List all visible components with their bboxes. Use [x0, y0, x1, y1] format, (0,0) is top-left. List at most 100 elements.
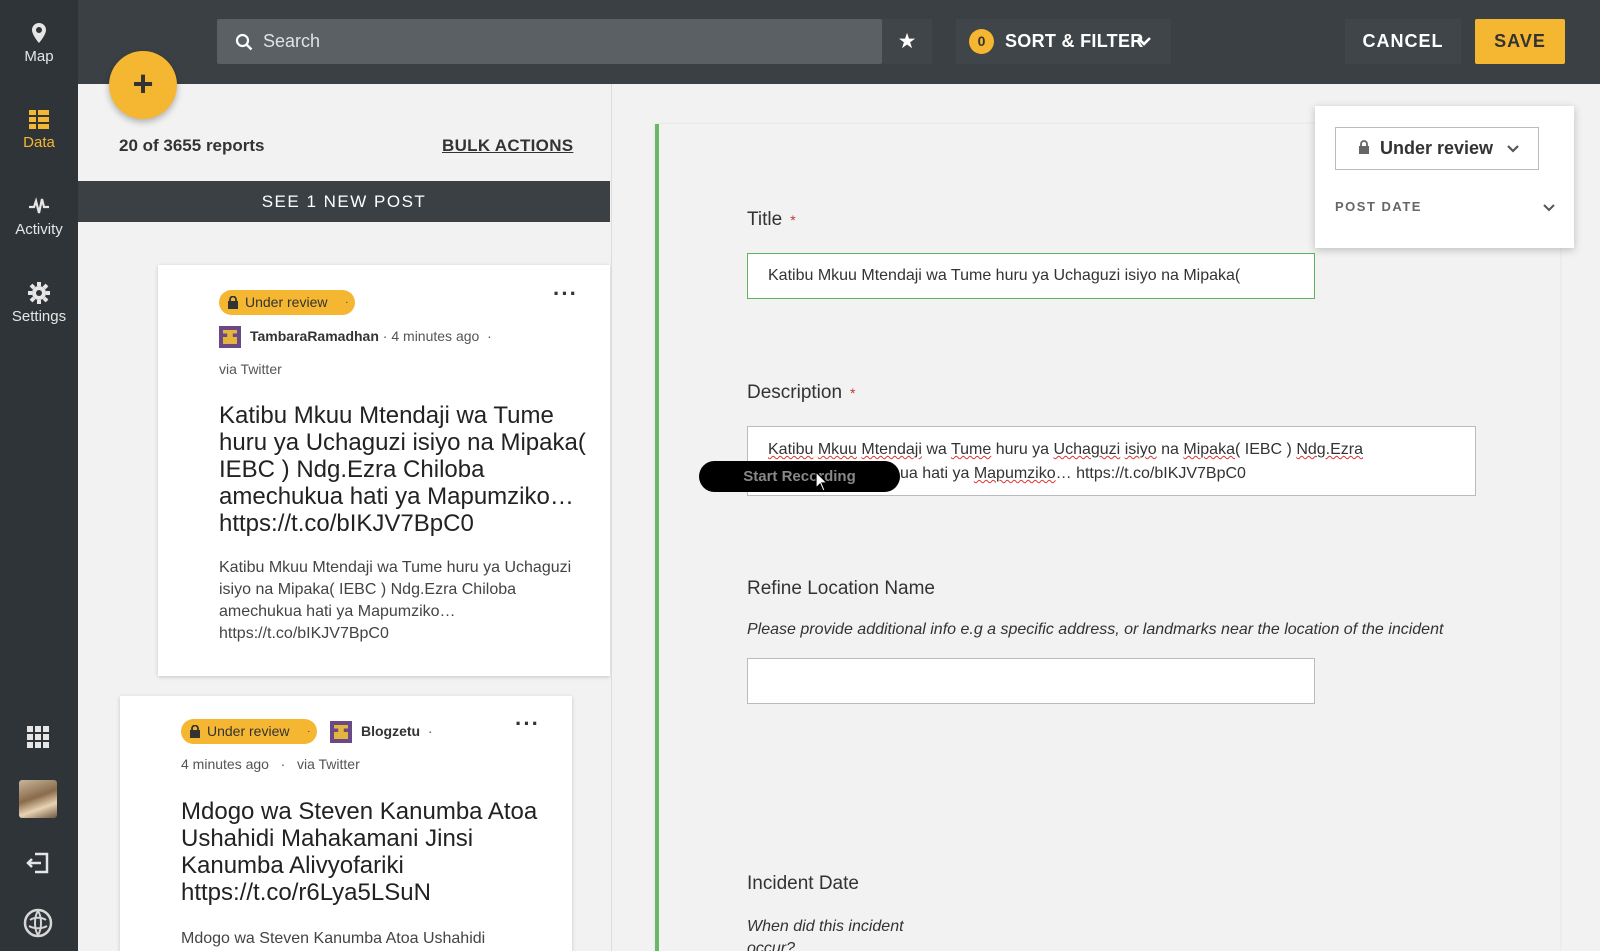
- top-toolbar: ★ 0 SORT & FILTER CANCEL SAVE: [78, 0, 1600, 84]
- post-time: 4 minutes ago: [181, 756, 269, 772]
- post-card[interactable]: Under review · Blogzetu · ··· 4 minutes …: [120, 696, 572, 951]
- post-body: Mdogo wa Steven Kanumba Atoa Ushahidi: [181, 930, 486, 947]
- report-count: 20 of 3655 reports: [119, 136, 265, 155]
- gear-icon: [28, 282, 50, 304]
- location-input[interactable]: [747, 658, 1315, 704]
- word: huru ya: [991, 441, 1054, 458]
- data-list-icon: [29, 110, 49, 129]
- plus-icon: +: [132, 63, 154, 104]
- post-meta: TambaraRamadhan · 4 minutes ago ·: [250, 328, 492, 344]
- post-author[interactable]: Blogzetu: [361, 723, 420, 739]
- status-select[interactable]: Under review: [1335, 127, 1539, 170]
- word: Mipaka: [1183, 441, 1235, 458]
- author-avatar: [219, 326, 241, 348]
- word: Katibu: [768, 441, 814, 458]
- title-input[interactable]: Katibu Mkuu Mtendaji wa Tume huru ya Uch…: [747, 253, 1315, 299]
- logout-icon[interactable]: [25, 850, 51, 876]
- location-helper: Please provide additional info e.g a spe…: [747, 621, 1444, 638]
- description-label-text: Description: [747, 382, 843, 403]
- map-pin-icon: [32, 23, 46, 43]
- word: wa: [921, 441, 951, 458]
- sidebar-item-settings[interactable]: Settings: [0, 282, 78, 325]
- search-input[interactable]: [263, 19, 863, 64]
- sidebar: Map Data Activity Settings: [0, 0, 78, 951]
- word: ( IEBC ): [1234, 441, 1297, 458]
- chevron-down-icon: [1137, 37, 1151, 46]
- post-source: via Twitter: [296, 756, 360, 772]
- description-line-1: Katibu Mkuu Mtendaji wa Tume huru ya Uch…: [768, 438, 1455, 462]
- post-title[interactable]: Katibu Mkuu Mtendaji wa Tume huru ya Uch…: [219, 402, 589, 537]
- word: Mtendaji: [861, 441, 922, 458]
- sidebar-item-label: Settings: [11, 308, 67, 325]
- see-new-post-button[interactable]: SEE 1 NEW POST: [78, 181, 610, 222]
- post-options-button[interactable]: ···: [515, 713, 540, 735]
- bulk-actions-link[interactable]: BULK ACTIONS: [442, 136, 573, 156]
- word: … https://t.co/bIKJV7BpC0: [1055, 465, 1246, 482]
- status-badge-label: Under review: [207, 723, 290, 739]
- title-label-text: Title: [747, 209, 783, 230]
- sidebar-item-label: Data: [23, 134, 55, 151]
- post-meta: Blogzetu ·: [361, 723, 433, 739]
- post-body: Katibu Mkuu Mtendaji wa Tume huru ya Uch…: [219, 559, 572, 642]
- activity-icon: [29, 197, 49, 214]
- apps-grid-icon[interactable]: [25, 724, 51, 750]
- post-title[interactable]: Mdogo wa Steven Kanumba Atoa Ushahidi Ma…: [181, 798, 551, 906]
- add-post-button[interactable]: +: [109, 51, 177, 119]
- post-meta-line2: 4 minutes ago · via Twitter: [181, 756, 360, 772]
- post-author[interactable]: TambaraRamadhan: [250, 328, 379, 344]
- post-list-panel: 20 of 3655 reports BULK ACTIONS SEE 1 NE…: [78, 84, 612, 951]
- mouse-cursor-icon: [815, 471, 829, 492]
- sidebar-item-label: Activity: [15, 221, 63, 238]
- favorite-star-button[interactable]: ★: [882, 19, 932, 64]
- badge-dot: ·: [345, 297, 349, 308]
- incident-date-label: Incident Date: [747, 873, 859, 894]
- chevron-down-icon[interactable]: [1543, 202, 1555, 214]
- word: Mkuu: [817, 441, 857, 458]
- sidebar-item-activity[interactable]: Activity: [0, 195, 78, 238]
- sort-filter-label: SORT & FILTER: [1005, 31, 1144, 51]
- lock-icon: [228, 296, 238, 309]
- post-time: 4 minutes ago: [391, 328, 480, 344]
- post-options-button[interactable]: ···: [553, 283, 578, 305]
- post-card[interactable]: Under review · ··· TambaraRamadhan · 4 m…: [158, 265, 610, 676]
- status-badge[interactable]: Under review ·: [219, 290, 356, 315]
- word: Mapumziko: [973, 465, 1056, 482]
- word: ua hati ya: [900, 465, 974, 482]
- cancel-button[interactable]: CANCEL: [1345, 19, 1461, 64]
- lock-icon: [1359, 140, 1369, 154]
- status-panel: Under review POST DATE: [1315, 106, 1574, 248]
- status-badge[interactable]: Under review ·: [181, 719, 318, 744]
- chevron-down-icon: [1507, 145, 1519, 153]
- author-avatar: [330, 721, 352, 743]
- sidebar-item-label: Map: [24, 48, 54, 65]
- status-badge-label: Under review: [245, 294, 328, 310]
- search-box[interactable]: [217, 19, 882, 64]
- sidebar-item-map[interactable]: Map: [0, 22, 78, 65]
- search-icon: [235, 33, 253, 51]
- description-label: Description *: [747, 382, 856, 404]
- title-label: Title *: [747, 209, 796, 231]
- sidebar-item-data[interactable]: Data: [0, 108, 78, 151]
- user-avatar[interactable]: [19, 780, 57, 818]
- required-mark: *: [790, 211, 796, 228]
- incident-date-helper: When did this incident occur?: [747, 918, 904, 951]
- save-button[interactable]: SAVE: [1475, 19, 1565, 64]
- lock-icon: [190, 725, 200, 738]
- word: isiyo: [1124, 441, 1157, 458]
- star-icon: ★: [897, 30, 917, 53]
- post-edit-form: Title * Katibu Mkuu Mtendaji wa Tume huru…: [655, 124, 1560, 951]
- post-date-toggle[interactable]: POST DATE: [1335, 199, 1422, 214]
- start-recording-button[interactable]: Start Recording: [699, 461, 900, 492]
- ushahidi-logo-icon[interactable]: [23, 908, 53, 938]
- sort-filter-button[interactable]: 0 SORT & FILTER: [956, 19, 1171, 64]
- required-mark: *: [850, 384, 856, 401]
- word: na: [1156, 441, 1184, 458]
- post-source: via Twitter: [219, 361, 282, 377]
- word: Uchaguzi: [1053, 441, 1121, 458]
- word: Ndg.Ezra: [1296, 441, 1364, 458]
- location-label: Refine Location Name: [747, 578, 935, 599]
- badge-dot: ·: [307, 726, 311, 737]
- word: Tume: [950, 441, 992, 458]
- status-select-value: Under review: [1380, 138, 1494, 158]
- filter-count-badge: 0: [969, 29, 994, 54]
